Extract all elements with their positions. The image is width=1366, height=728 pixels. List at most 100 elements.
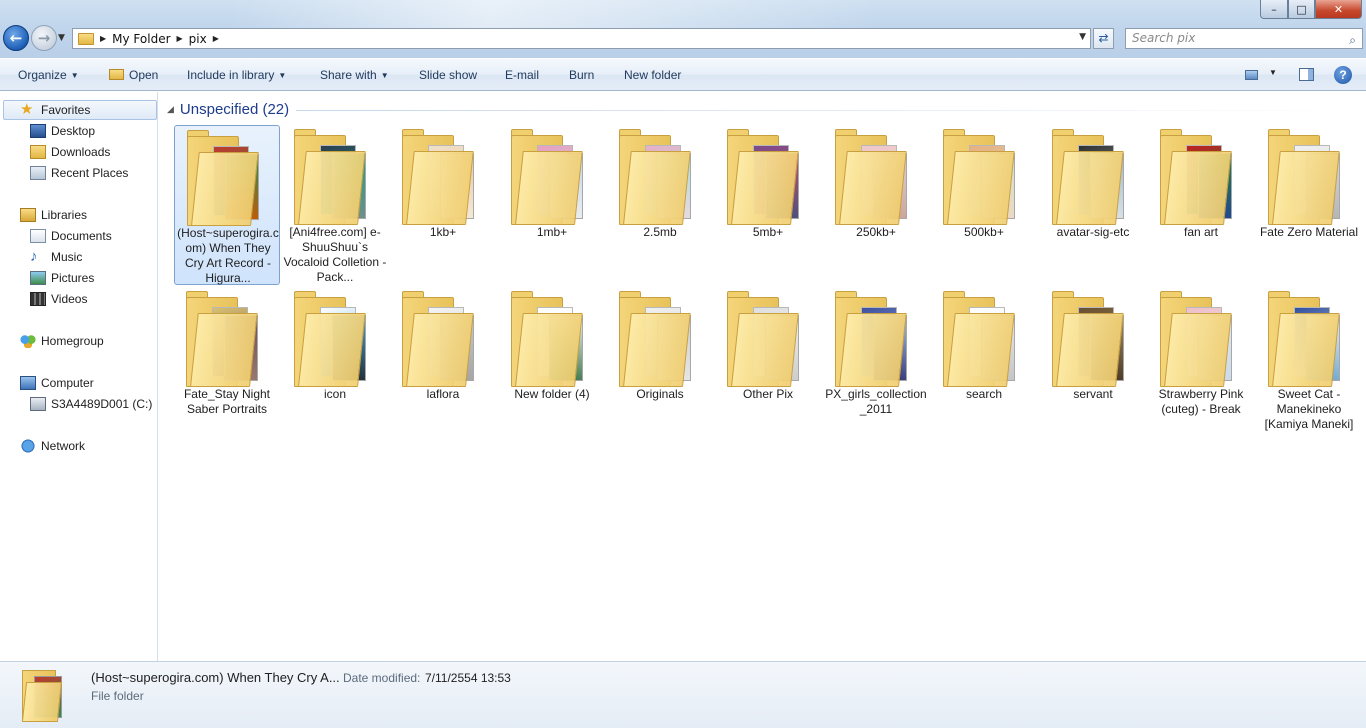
nav-favorites-label: Favorites (41, 103, 91, 117)
address-bar[interactable]: ▶ My Folder ▶ pix ▶ ▼ (72, 28, 1091, 49)
folder-label: 5mb+ (752, 225, 784, 239)
videos-icon (30, 292, 46, 306)
hard-drive-icon (30, 397, 46, 411)
folder-icon (619, 291, 699, 387)
folder-item[interactable]: 1mb+ (499, 125, 605, 285)
nav-desktop[interactable]: Desktop (30, 121, 95, 141)
nav-homegroup-label: Homegroup (41, 334, 104, 348)
breadcrumb-pix[interactable]: pix (189, 32, 207, 46)
folder-item[interactable]: Sweet Cat - Manekineko [Kamiya Maneki] (1256, 287, 1362, 447)
nav-recent-places-label: Recent Places (51, 166, 129, 180)
folder-item[interactable]: icon (282, 287, 388, 447)
group-header[interactable]: ◢ Unspecified (22) (167, 101, 289, 118)
nav-pictures[interactable]: Pictures (30, 268, 94, 288)
breadcrumb-separator-icon[interactable]: ▶ (100, 34, 106, 43)
nav-favorites[interactable]: ★ Favorites (3, 100, 157, 120)
group-title: Unspecified (22) (179, 101, 290, 118)
recent-pages-dropdown[interactable]: ▼ (58, 33, 65, 43)
folder-item[interactable]: servant (1040, 287, 1146, 447)
forward-arrow-icon: → (37, 29, 51, 47)
folder-icon (1268, 129, 1348, 225)
include-in-library-button[interactable]: Include in library ▼ (187, 68, 286, 82)
homegroup-icon (20, 334, 36, 348)
folder-icon (619, 129, 699, 225)
folder-label: Other Pix (742, 387, 793, 401)
burn-button[interactable]: Burn (569, 68, 594, 82)
refresh-button[interactable]: ⇄ (1093, 28, 1114, 49)
breadcrumb-my-folder[interactable]: My Folder (112, 32, 170, 46)
new-folder-button[interactable]: New folder (624, 68, 681, 82)
folder-label: PX_girls_collection_2011 (825, 387, 927, 416)
folder-item[interactable]: fan art (1148, 125, 1254, 285)
view-options-dropdown-icon[interactable]: ▼ (1269, 68, 1277, 77)
forward-button[interactable]: → (31, 25, 57, 51)
include-in-library-label: Include in library (187, 68, 275, 82)
help-icon[interactable]: ? (1334, 66, 1352, 84)
organize-button[interactable]: Organize ▼ (18, 68, 79, 82)
folder-label: [Ani4free.com] e-ShuuShuu`s Vocaloid Col… (283, 225, 387, 284)
nav-libraries[interactable]: Libraries (20, 205, 87, 225)
details-pane: (Host~superogira.com) When They Cry A...… (0, 661, 1366, 728)
command-bar: Organize ▼ Open Include in library ▼ Share… (0, 58, 1366, 91)
search-icon[interactable]: ⌕ (1349, 31, 1356, 50)
folder-item[interactable]: PX_girls_collection_2011 (823, 287, 929, 447)
nav-downloads[interactable]: Downloads (30, 142, 110, 162)
navigation-pane: ★ Favorites Desktop Downloads Recent Pla… (0, 92, 158, 661)
nav-documents[interactable]: Documents (30, 226, 112, 246)
folder-item[interactable]: Fate_Stay Night Saber Portraits (174, 287, 280, 447)
folder-item[interactable]: 250kb+ (823, 125, 929, 285)
nav-computer[interactable]: Computer (20, 373, 94, 393)
folder-item[interactable]: 500kb+ (931, 125, 1037, 285)
maximize-button[interactable]: □ (1288, 0, 1315, 19)
nav-videos-label: Videos (51, 292, 88, 306)
nav-homegroup[interactable]: Homegroup (20, 331, 104, 351)
folder-label: New folder (4) (514, 387, 590, 401)
close-button[interactable]: ✕ (1315, 0, 1362, 19)
libraries-icon (20, 208, 36, 222)
organize-label: Organize (18, 68, 67, 82)
folder-label: avatar-sig-etc (1056, 225, 1130, 239)
folder-icon (1160, 291, 1240, 387)
folder-item[interactable]: Fate Zero Material (1256, 125, 1362, 285)
share-with-button[interactable]: Share with ▼ (320, 68, 389, 82)
folder-item[interactable]: search (931, 287, 1037, 447)
collapse-group-icon[interactable]: ◢ (167, 104, 174, 115)
folder-item[interactable]: [Ani4free.com] e-ShuuShuu`s Vocaloid Col… (282, 125, 388, 285)
folder-item[interactable]: 5mb+ (715, 125, 821, 285)
slide-show-button[interactable]: Slide show (419, 68, 477, 82)
nav-videos[interactable]: Videos (30, 289, 87, 309)
nav-music[interactable]: ♪ Music (30, 247, 82, 267)
folder-item[interactable]: New folder (4) (499, 287, 605, 447)
folder-item[interactable]: laflora (390, 287, 496, 447)
folder-item[interactable]: Other Pix (715, 287, 821, 447)
breadcrumb-separator-icon[interactable]: ▶ (177, 34, 183, 43)
preview-pane-icon[interactable] (1299, 68, 1314, 81)
folder-item[interactable]: (Host~superogira.com) When They Cry Art … (174, 125, 280, 285)
folder-icon (294, 129, 374, 225)
folder-item[interactable]: 1kb+ (390, 125, 496, 285)
folder-icon (511, 291, 591, 387)
desktop-icon (30, 124, 46, 138)
minimize-button[interactable]: – (1260, 0, 1288, 19)
open-button[interactable]: Open (109, 68, 158, 82)
folder-item[interactable]: Strawberry Pink (cuteg) - Break (1148, 287, 1254, 447)
folder-label: 1mb+ (536, 225, 568, 239)
details-item-name: (Host~superogira.com) When They Cry A... (91, 670, 340, 685)
nav-downloads-label: Downloads (51, 145, 111, 159)
folder-label: Originals (636, 387, 684, 401)
folder-item[interactable]: avatar-sig-etc (1040, 125, 1146, 285)
address-dropdown-icon[interactable]: ▼ (1079, 32, 1086, 42)
back-button[interactable]: ← (3, 25, 29, 51)
details-date-label: Date modified: (343, 671, 421, 685)
folder-item[interactable]: Originals (607, 287, 713, 447)
nav-network[interactable]: Network (20, 436, 85, 456)
folder-item[interactable]: 2.5mb (607, 125, 713, 285)
chevron-down-icon: ▼ (278, 71, 287, 80)
folder-icon (402, 129, 482, 225)
nav-recent-places[interactable]: Recent Places (30, 163, 128, 183)
email-button[interactable]: E-mail (505, 68, 539, 82)
search-input[interactable]: Search pix ⌕ (1125, 28, 1363, 49)
change-view-icon[interactable] (1245, 70, 1258, 80)
breadcrumb-separator-icon[interactable]: ▶ (213, 34, 219, 43)
nav-drive-c[interactable]: S3A4489D001 (C:) (30, 394, 152, 414)
